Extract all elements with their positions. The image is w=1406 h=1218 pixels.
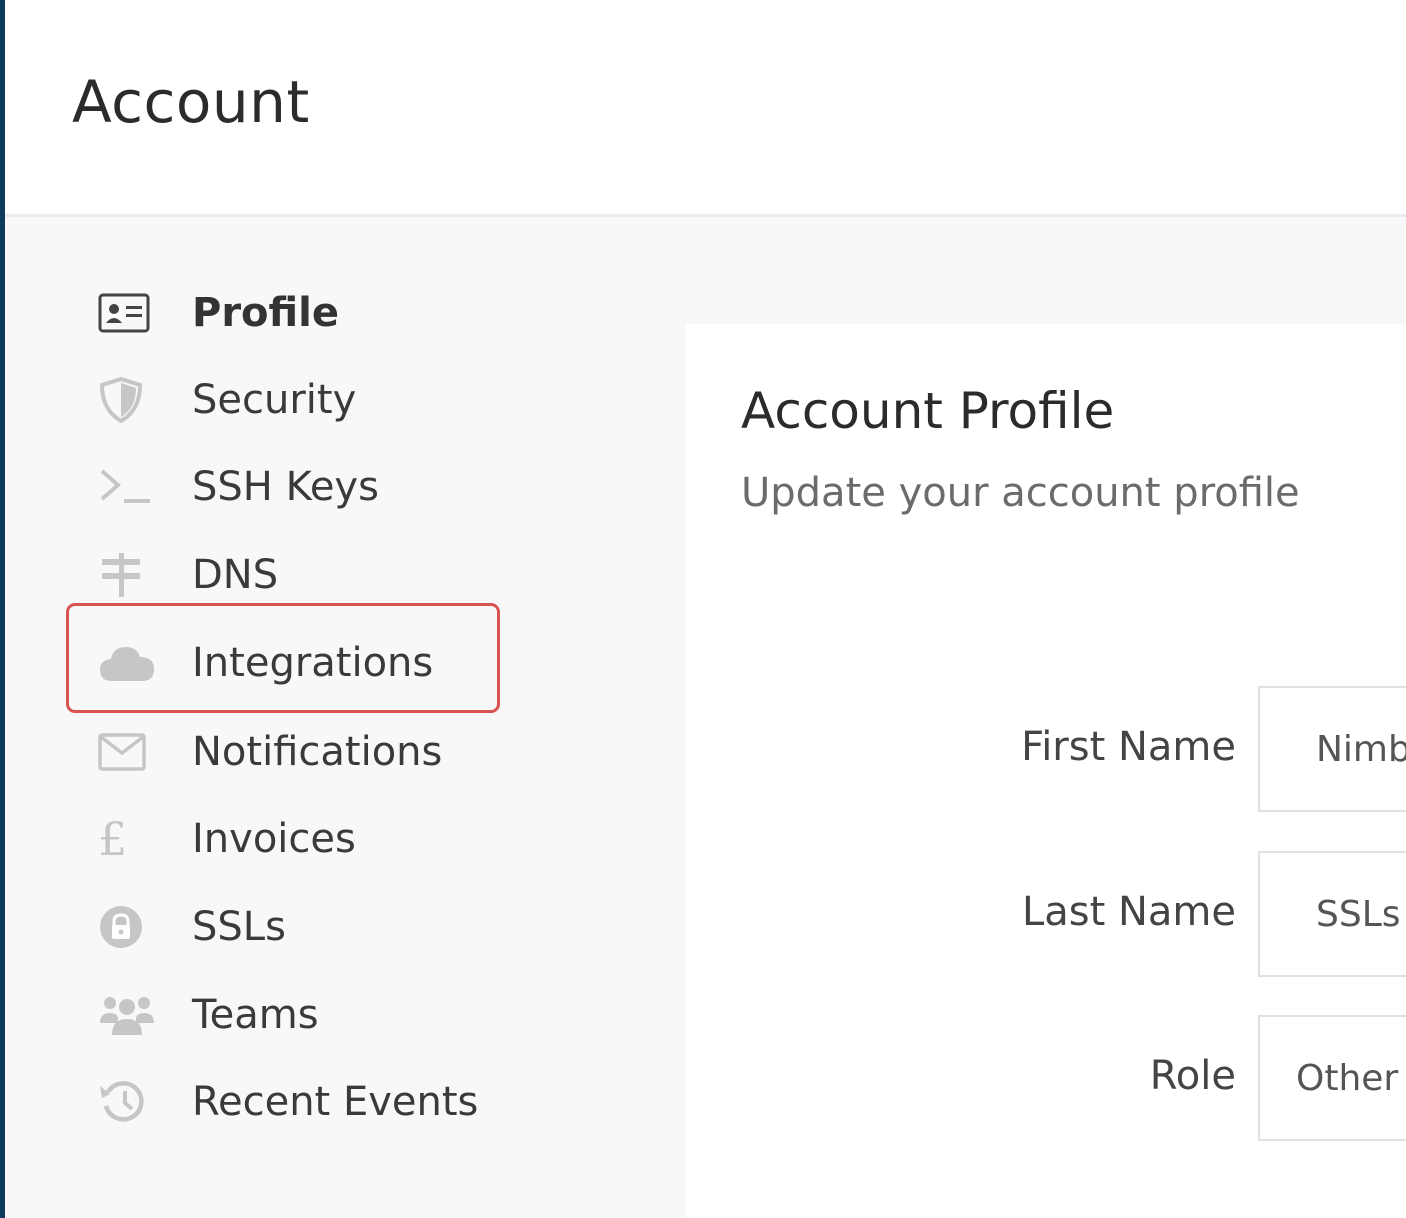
account-profile-panel: Account Profile Update your account prof… (686, 324, 1406, 1218)
page-header: Account (5, 0, 1406, 217)
history-icon (98, 1074, 160, 1130)
sidebar-item-label: Recent Events (192, 1079, 479, 1125)
sidebar-item-label: SSH Keys (192, 464, 379, 510)
page-title: Account (72, 68, 310, 136)
cloud-icon (98, 635, 160, 691)
sidebar-item-label: Notifications (192, 729, 443, 775)
sidebar-item-ssls[interactable]: SSLs (98, 897, 498, 957)
sidebar-item-label: Profile (192, 290, 340, 336)
terminal-icon (98, 459, 160, 515)
sidebar-item-label: DNS (192, 552, 279, 598)
lock-icon (98, 899, 160, 955)
panel-subtitle: Update your account profile (741, 470, 1300, 516)
sidebar-item-label: Invoices (192, 816, 356, 862)
sidebar-item-teams[interactable]: Teams (98, 985, 498, 1045)
sidebar-item-invoices[interactable]: £ Invoices (98, 809, 498, 869)
sidebar-item-ssh-keys[interactable]: SSH Keys (98, 457, 498, 517)
sidebar-item-dns[interactable]: DNS (98, 545, 498, 605)
last-name-label: Last Name (1021, 889, 1236, 935)
role-label: Role (1149, 1053, 1236, 1099)
sidebar-item-label: SSLs (192, 904, 286, 950)
pound-icon: £ (98, 812, 128, 866)
role-select[interactable]: Other (1258, 1015, 1406, 1141)
role-select-value: Other (1296, 1057, 1399, 1099)
sidebar-item-integrations[interactable]: Integrations (98, 633, 498, 693)
sidebar-item-security[interactable]: Security (98, 370, 498, 430)
sidebar-item-notifications[interactable]: Notifications (98, 722, 498, 782)
users-icon (98, 987, 160, 1043)
sidebar-item-label: Teams (192, 992, 319, 1038)
panel-title: Account Profile (741, 382, 1115, 440)
sidebar-item-profile[interactable]: Profile (98, 283, 498, 343)
first-name-label: First Name (1021, 724, 1236, 770)
sidebar-item-label: Security (192, 377, 357, 423)
shield-icon (98, 372, 160, 428)
last-name-input[interactable] (1258, 851, 1406, 977)
id-card-icon (98, 285, 160, 341)
envelope-icon (98, 724, 160, 780)
sidebar-item-label: Integrations (192, 640, 434, 686)
signpost-icon (98, 547, 160, 603)
sidebar-item-recent-events[interactable]: Recent Events (98, 1072, 498, 1132)
first-name-input[interactable] (1258, 686, 1406, 812)
